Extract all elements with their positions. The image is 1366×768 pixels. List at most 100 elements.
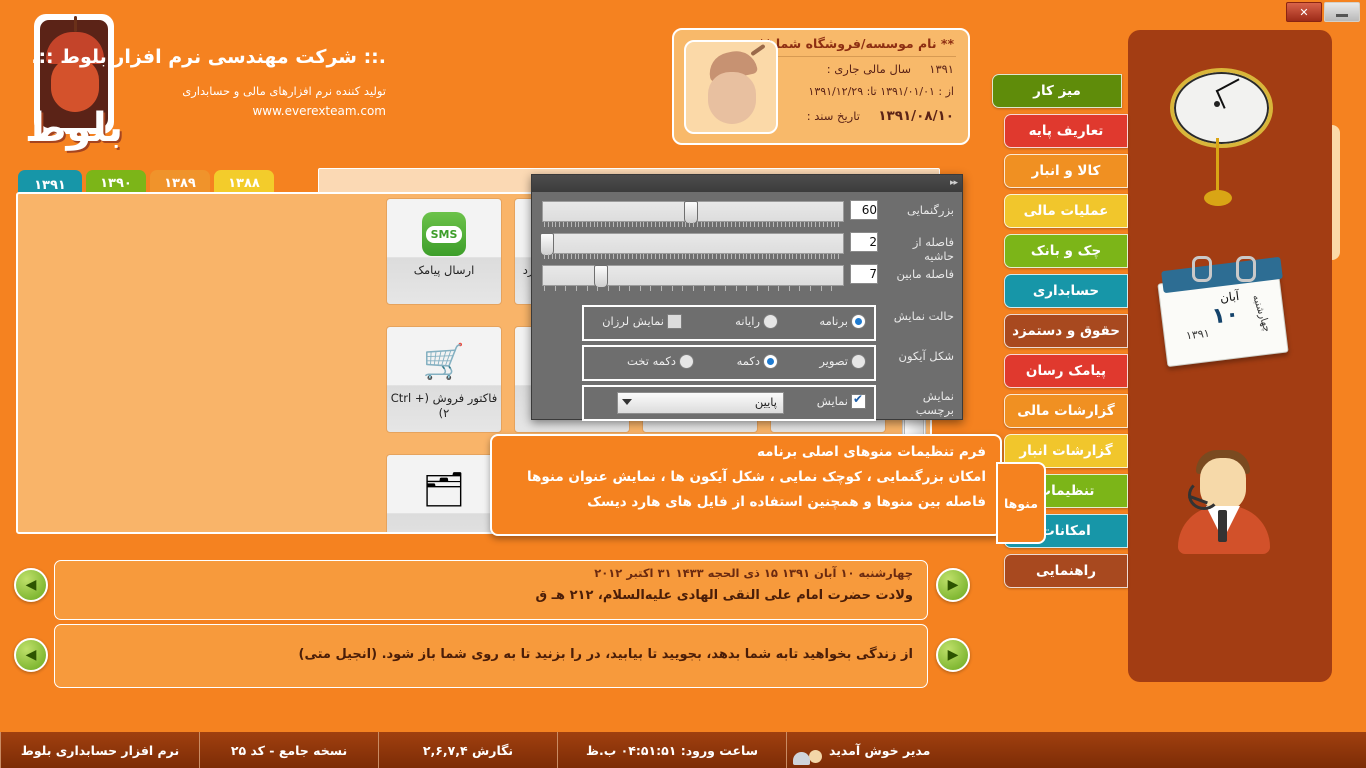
display-mode-label: حالت نمایش (893, 309, 954, 323)
label-position-value: پایین (754, 395, 777, 409)
window-controls: ✕ (1286, 2, 1360, 22)
folder-calc-icon: 🗂 (422, 470, 466, 510)
slider-thumb-0[interactable] (684, 201, 698, 224)
sidebar-item-1[interactable]: تعاریف پایه (1004, 114, 1128, 148)
operator-tie (1218, 510, 1227, 542)
radio-icon-dokme[interactable] (763, 354, 778, 369)
fiscal-year-label: سال مالی جاری : (826, 62, 911, 76)
tile-label: فاکتور فروش (Ctrl + ۲) (390, 391, 498, 420)
slider-thumb-1[interactable] (540, 233, 554, 256)
label-display-label: نمایش برچسب (915, 389, 954, 417)
quote-prev-button[interactable]: ◀ (14, 638, 48, 672)
checkbox-label-shaking: نمایش لرزان (602, 314, 664, 328)
label-position-combobox[interactable]: پایین (617, 392, 784, 414)
sidebar-item-5[interactable]: حسابداری (1004, 274, 1128, 308)
sidebar-item-0[interactable]: میز کار (992, 74, 1122, 108)
slider-track-2[interactable] (542, 265, 844, 288)
checkbox-show-label[interactable] (851, 392, 866, 409)
acorn-stem-icon (74, 16, 77, 32)
divider (766, 56, 956, 57)
doc-date-row: ۱۳۹۱/۰۸/۱۰ تاریخ سند : (807, 108, 954, 124)
radio-display-barnameh[interactable] (851, 314, 866, 329)
pendulum-rod (1216, 138, 1219, 196)
slider-ticks-0 (544, 222, 842, 227)
sidebar-item-7[interactable]: پیامک رسان (1004, 354, 1128, 388)
user-avatar (793, 735, 829, 765)
acorn-stem-icon (750, 43, 766, 57)
tile-folder-calc-icon[interactable]: 🗂 (386, 454, 502, 532)
tile-sms-icon[interactable]: SMS ارسال پیامک (386, 198, 502, 305)
quote-box: از زندگی بخواهید تابه شما بدهد، بجویید ت… (54, 624, 928, 688)
tile-sales-invoice-icon[interactable]: 🛒 فاکتور فروش (Ctrl + ۲) (386, 326, 502, 433)
slider-ticks-2 (544, 286, 842, 291)
sidebar-item-4[interactable]: چک و بانک (1004, 234, 1128, 268)
expand-icon[interactable]: ▸▸ (950, 178, 958, 188)
app-logo: بلوط (22, 14, 126, 166)
pendulum-bob (1204, 190, 1232, 206)
radio-display-rayaneh[interactable] (763, 314, 778, 329)
event-prev-button[interactable]: ◀ (14, 568, 48, 602)
slider-row-1: فاصله از حاشیه 2 (532, 229, 962, 263)
company-subtitle: تولید کننده نرم افزارهای مالی و حسابداری (182, 84, 386, 98)
event-box: چهارشنبه ۱۰ آبان ۱۳۹۱ ۱۵ ذی الحجه ۱۴۳۳ ۳… (54, 560, 928, 620)
event-row: ◀ چهارشنبه ۱۰ آبان ۱۳۹۱ ۱۵ ذی الحجه ۱۴۳۳… (14, 560, 970, 620)
event-next-button[interactable]: ▶ (936, 568, 970, 602)
slider-value-1[interactable]: 2 (850, 232, 878, 252)
fiscal-range: از : ۱۳۹۱/۰۱/۰۱ تا: ۱۳۹۱/۱۲/۲۹ (808, 85, 954, 98)
display-mode-group: برنامه رایانه نمایش لرزان (582, 305, 876, 341)
clock-face (1170, 68, 1273, 148)
icon-shape-group: تصویر دکمه دکمه تخت (582, 345, 876, 381)
acorn-image (684, 40, 778, 134)
tooltip-line-3: فاصله بین منوها و همچنین استفاده از فایل… (587, 494, 986, 510)
icon-shape-row: شکل آیکون تصویر دکمه دکمه تخت (532, 343, 962, 381)
status-cell-4: مدیر خوش آمدید (829, 742, 931, 758)
quote-next-button[interactable]: ▶ (936, 638, 970, 672)
operator-headset-icon (1188, 480, 1220, 510)
fiscal-info-box: ** نام موسسه/فروشگاه شما ** ۱۳۹۱ سال مال… (672, 28, 970, 145)
slider-value-0[interactable]: 60 (850, 200, 878, 220)
fiscal-year-value: ۱۳۹۱ (929, 62, 954, 76)
status-cell-1: نسخه جامع - کد ۲۵ (199, 732, 378, 768)
dialog-titlebar[interactable]: ▸▸ (532, 175, 962, 192)
sidebar-item-8[interactable]: گزارشات مالی (1004, 394, 1128, 428)
slider-thumb-2[interactable] (594, 265, 608, 288)
tooltip-line-1: فرم تنظیمات منوهای اصلی برنامه (757, 444, 986, 460)
label-display-row: نمایش برچسب نمایش پایین (532, 383, 962, 421)
sidebar-item-2[interactable]: کالا و انبار (1004, 154, 1128, 188)
checkbox-shaking-display[interactable] (667, 314, 682, 329)
calendar-ring-left (1192, 256, 1212, 282)
slider-value-2[interactable]: 7 (850, 264, 878, 284)
menu-settings-dialog: ▸▸ بزرگنمایی 60 فاصله از حاشیه 2 فاصله مابین… (531, 174, 963, 421)
chevron-down-icon[interactable] (622, 399, 632, 405)
radio-label-tasvir: تصویر (819, 354, 848, 368)
company-url: www.everexteam.com (252, 104, 386, 118)
radio-label-dokme: دکمه (736, 354, 760, 368)
icon-shape-label: شکل آیکون (898, 349, 954, 363)
status-bar: مدیر خوش آمدید ساعت ورود: ۰۴:۵۱:۵۱ ب.ظ نگا… (0, 732, 1366, 768)
logo-wordmark: بلوط (25, 105, 125, 151)
shop-name-label: ** نام موسسه/فروشگاه شما ** (758, 36, 954, 51)
status-cell-2: نگارش ۲,۶,۷,۴ (378, 732, 557, 768)
sidebar-item-6[interactable]: حقوق و دستمزد (1004, 314, 1128, 348)
quote-text: از زندگی بخواهید تابه شما بدهد، بجویید ت… (298, 647, 913, 662)
radio-icon-tasvir[interactable] (851, 354, 866, 369)
company-title: .:: شرکت مهندسی نرم افزار بلوط ::. (31, 46, 386, 68)
support-operator-icon[interactable] (1170, 440, 1280, 560)
help-tooltip: فرم تنظیمات منوهای اصلی برنامه امکان بزر… (490, 434, 1002, 536)
close-button[interactable]: ✕ (1286, 2, 1322, 22)
radio-icon-dokme-takht[interactable] (679, 354, 694, 369)
fiscal-year-row: ۱۳۹۱ سال مالی جاری : (827, 62, 954, 76)
minimize-button[interactable] (1324, 2, 1360, 22)
acorn-body-icon (708, 72, 756, 124)
slider-row-2: فاصله مابین 7 (532, 261, 962, 291)
sms-icon: SMS (419, 209, 469, 259)
slider-track-1[interactable] (540, 233, 844, 256)
sidebar-item-12[interactable]: راهنمایی (1004, 554, 1128, 588)
analog-clock-widget (1170, 68, 1273, 206)
sidebar-item-3[interactable]: عملیات مالی (1004, 194, 1128, 228)
slider-track-0[interactable] (542, 201, 844, 224)
right-widget-panel: آبان ۱۰ چهارشنبه ۱۳۹۱ (1128, 30, 1332, 682)
radio-label-rayaneh: رایانه (735, 314, 760, 328)
checkbox-label-show: نمایش (816, 394, 848, 408)
tooltip-side-tab[interactable]: منوها (996, 462, 1046, 544)
